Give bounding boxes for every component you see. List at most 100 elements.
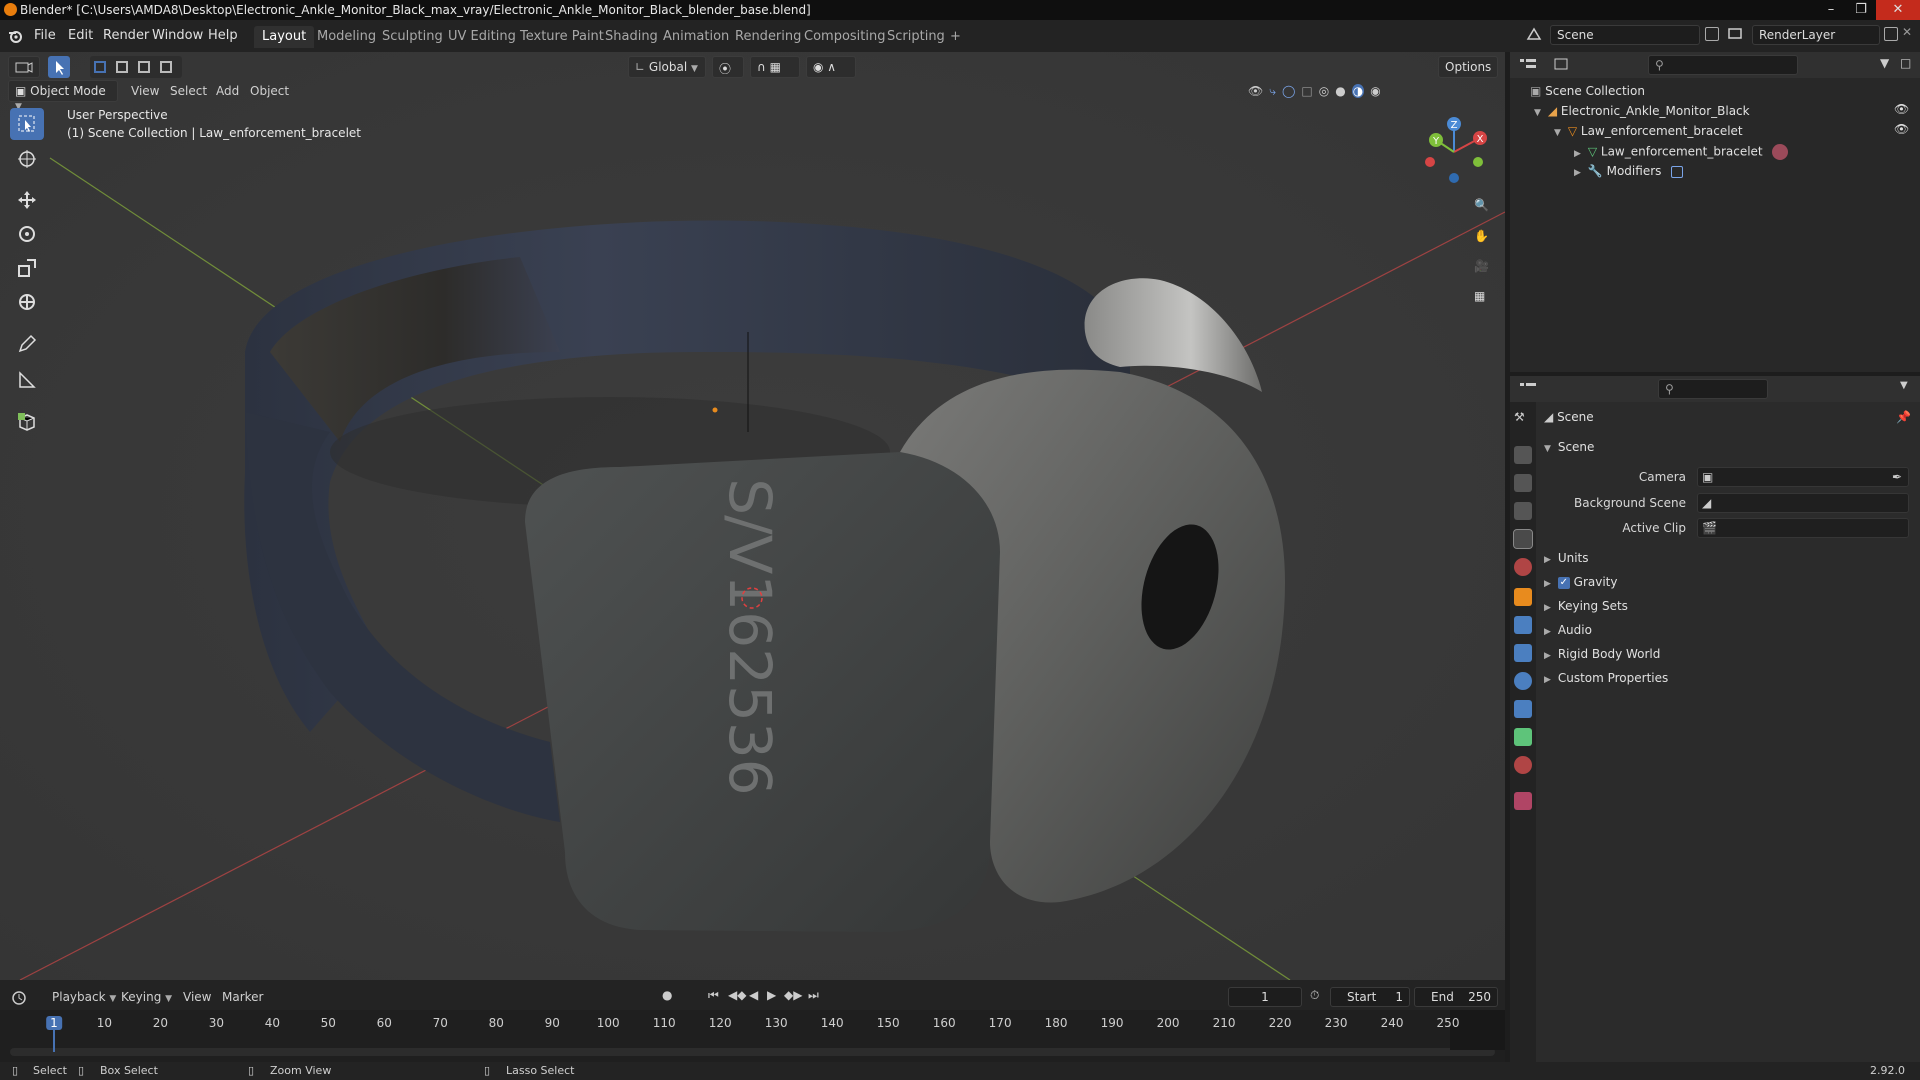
remove-view-layer-icon[interactable]: ✕ [1902,25,1912,39]
gizmo-neg-y-icon[interactable] [1473,157,1483,167]
units-panel-header[interactable]: ▶ Units [1544,551,1589,565]
editor-type-button[interactable] [8,56,40,78]
restore-button[interactable]: ❐ [1846,0,1876,20]
outliner-row-scene-collection[interactable]: ▣ Scene Collection [1530,84,1645,104]
visibility-eye-icon[interactable]: 👁 [1248,84,1263,98]
rendered-shading-icon[interactable]: ◉ [1370,84,1380,98]
play-icon[interactable]: ▶ [767,988,776,1002]
annotate-tool[interactable] [10,328,44,360]
end-frame-field[interactable]: End 250 [1414,987,1498,1007]
play-reverse-icon[interactable]: ◀ [749,988,758,1002]
physics-tab-icon[interactable] [1514,672,1532,690]
transform-tool[interactable] [10,286,44,318]
new-view-layer-icon[interactable] [1884,27,1898,41]
select-box-tool[interactable] [10,108,44,140]
pivot-point-dropdown[interactable]: ⦿ [712,56,744,78]
ortho-toggle-button[interactable]: ▦ [1467,284,1495,312]
modifier-tab-icon[interactable] [1514,616,1532,634]
timeline-scrollbar[interactable] [10,1048,1495,1056]
overlay-toggle-icon[interactable]: ◯ [1282,84,1295,98]
eyedropper-icon[interactable]: ✒ [1892,470,1902,484]
tool-tab-icon[interactable]: ⚒ [1514,410,1532,428]
constraints-tab-icon[interactable] [1514,700,1532,718]
marker-menu[interactable]: Marker [222,990,263,1004]
material-preview-shading-icon[interactable]: ◑ [1351,84,1365,98]
zoom-view-button[interactable]: 🔍 [1467,193,1495,221]
jump-start-icon[interactable]: ⏮ [708,988,719,1003]
keying-menu[interactable]: Keying ▼ [121,990,172,1004]
world-tab-icon[interactable] [1514,558,1532,576]
playback-menu[interactable]: Playback ▼ [52,990,116,1004]
outliner-row-modifiers[interactable]: ▶ 🔧 Modifiers [1574,164,1684,184]
menu-select[interactable]: Select [170,84,207,98]
output-tab-icon[interactable] [1514,474,1532,492]
object-visibility-eye-icon[interactable]: 👁 [1894,122,1909,136]
subtract-selection-icon[interactable] [138,61,150,73]
snap-toggle[interactable]: ∩ ▦ [750,56,800,78]
blender-menu-icon[interactable] [8,28,24,44]
rigid-body-world-panel-header[interactable]: ▶ Rigid Body World [1544,647,1660,661]
scene-selector-icon[interactable] [1525,25,1547,45]
collection-visibility-eye-icon[interactable]: 👁 [1894,102,1909,116]
tab-modeling[interactable]: Modeling [309,26,384,48]
wireframe-shading-icon[interactable]: ◎ [1319,84,1329,98]
menu-object[interactable]: Object [250,84,289,98]
menu-view[interactable]: View [131,84,159,98]
new-collection-icon[interactable]: □ [1900,56,1911,70]
minimize-button[interactable]: – [1816,0,1846,20]
object-tab-icon[interactable] [1514,588,1532,606]
xray-toggle-icon[interactable]: □ [1301,84,1312,98]
mode-dropdown[interactable]: ▣ Object Mode ▼ [8,80,118,112]
menu-window[interactable]: Window [152,28,203,43]
cursor-tool[interactable] [10,143,44,175]
move-tool[interactable] [10,184,44,216]
outliner-search-input[interactable]: ⚲ [1648,55,1798,75]
display-mode-icon[interactable] [1552,56,1582,74]
close-window-button[interactable]: ✕ [1876,0,1920,20]
proportional-edit-toggle[interactable]: ◉ ∧ [806,56,856,78]
outliner-row-object[interactable]: ▼ ▽ Law_enforcement_bracelet [1554,124,1743,144]
custom-properties-panel-header[interactable]: ▶ Custom Properties [1544,671,1668,685]
scale-tool[interactable] [10,252,44,284]
data-tab-icon[interactable] [1514,728,1532,746]
tab-animation[interactable]: Animation [655,26,737,48]
view-layer-tab-icon[interactable] [1514,502,1532,520]
extend-selection-icon[interactable] [116,61,128,73]
expand-icon[interactable]: ▶ [1574,168,1584,178]
pin-icon[interactable]: 📌 [1896,410,1911,424]
playhead-line[interactable] [53,1030,55,1052]
stopwatch-icon[interactable]: ⏱ [1310,988,1319,1003]
timeline-editor-type-icon[interactable] [10,989,40,1007]
transform-orientation-dropdown[interactable]: ∟ Global ▼ [628,56,706,78]
filter-icon[interactable]: ▼ [1880,56,1889,70]
gizmo-neg-z-icon[interactable] [1449,173,1459,183]
menu-file[interactable]: File [34,28,56,43]
gravity-checkbox[interactable]: ✓ [1557,576,1570,589]
selection-mode-buttons[interactable] [90,56,182,78]
keying-sets-panel-header[interactable]: ▶ Keying Sets [1544,599,1628,613]
properties-editor-type-icon[interactable] [1518,380,1548,398]
gizmo-toggle-icon[interactable]: ⤷ [1269,84,1276,99]
scene-tab-icon[interactable] [1513,529,1533,549]
chevron-down-icon[interactable]: ▼ [1900,380,1908,391]
particles-tab-icon[interactable] [1514,644,1532,662]
scene-name-field[interactable]: Scene [1550,25,1700,45]
outliner-row-mesh[interactable]: ▶ ▽ Law_enforcement_bracelet [1574,144,1789,164]
active-clip-field[interactable]: 🎬 [1697,518,1909,538]
properties-search-input[interactable]: ⚲ [1658,379,1768,399]
expand-icon[interactable]: ▶ [1574,149,1584,159]
pan-view-button[interactable]: ✋ [1467,224,1495,252]
add-cube-tool[interactable] [10,406,44,438]
menu-help[interactable]: Help [208,28,238,43]
3d-viewport[interactable]: S/V162536 [0,52,1505,980]
intersect-selection-icon[interactable] [160,61,172,73]
expand-icon[interactable]: ▼ [1554,128,1564,138]
navigation-gizmo[interactable]: Z X Y [1418,112,1498,192]
camera-field[interactable]: ▣ ✒ [1697,467,1909,487]
new-scene-icon[interactable] [1705,27,1719,41]
view-layer-icon[interactable] [1726,25,1748,45]
texture-tab-icon[interactable] [1514,792,1532,810]
set-selection-icon[interactable] [94,61,106,73]
view-layer-field[interactable]: RenderLayer [1752,25,1880,45]
add-workspace-button[interactable]: + [942,26,969,48]
